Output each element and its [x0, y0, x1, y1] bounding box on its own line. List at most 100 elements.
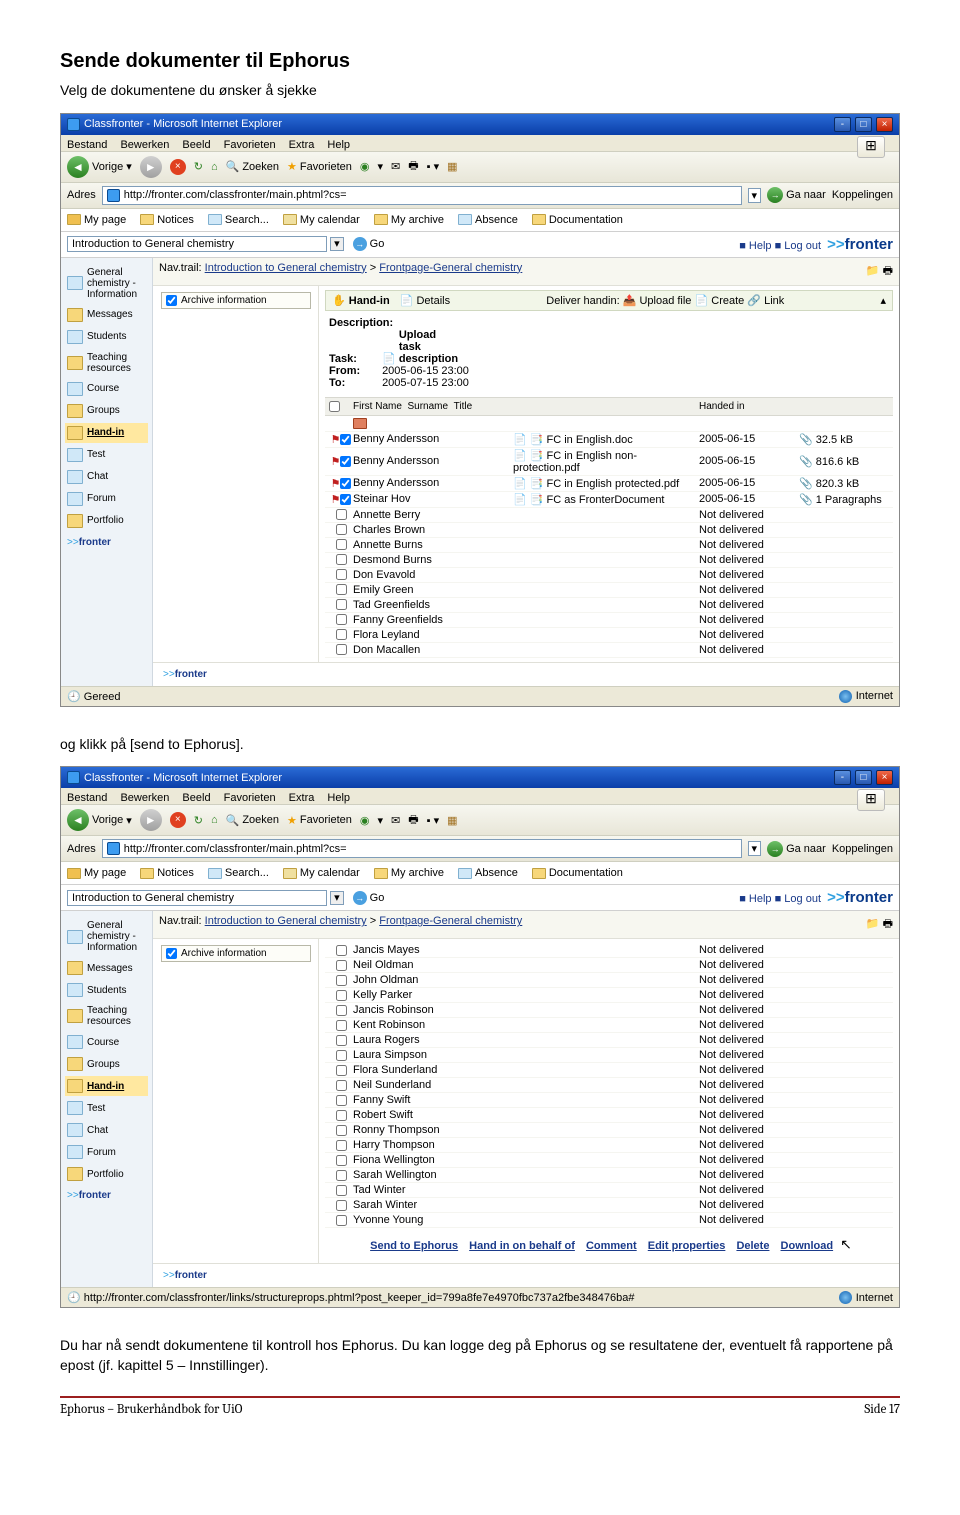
- table-row[interactable]: Neil OldmanNot delivered: [325, 958, 893, 973]
- row-checkbox[interactable]: [336, 614, 347, 625]
- course-go-button[interactable]: →Go: [353, 237, 385, 251]
- row-checkbox[interactable]: [336, 1080, 347, 1091]
- history-icon[interactable]: ▾: [377, 814, 383, 827]
- row-checkbox[interactable]: [340, 456, 351, 467]
- row-checkbox[interactable]: [336, 1110, 347, 1121]
- expand-row[interactable]: [325, 416, 893, 432]
- nav-absence[interactable]: Absence: [458, 867, 518, 879]
- nav-absence[interactable]: Absence: [458, 214, 518, 226]
- nav-search[interactable]: Search...: [208, 214, 269, 226]
- sidebar-item[interactable]: Course: [65, 379, 148, 399]
- media-icon[interactable]: ◉: [360, 160, 370, 173]
- maximize-button[interactable]: □: [855, 770, 872, 785]
- table-row[interactable]: ⚑Benny Andersson📄 📑 FC in English protec…: [325, 476, 893, 492]
- close-button[interactable]: ×: [876, 117, 893, 132]
- help-link[interactable]: ■ Help: [739, 240, 771, 252]
- row-checkbox[interactable]: [336, 524, 347, 535]
- mail-icon[interactable]: ✉: [391, 814, 400, 827]
- table-row[interactable]: Yvonne YoungNot delivered: [325, 1213, 893, 1228]
- row-checkbox[interactable]: [336, 629, 347, 640]
- home-button[interactable]: ⌂: [211, 814, 218, 826]
- address-input[interactable]: http://fronter.com/classfronter/main.pht…: [102, 839, 742, 858]
- row-checkbox[interactable]: [336, 584, 347, 595]
- refresh-button[interactable]: ↻: [194, 814, 203, 827]
- table-row[interactable]: Laura SimpsonNot delivered: [325, 1048, 893, 1063]
- table-row[interactable]: Flora SunderlandNot delivered: [325, 1063, 893, 1078]
- table-row[interactable]: Don MacallenNot delivered: [325, 643, 893, 658]
- sidebar-item[interactable]: Chat: [65, 467, 148, 487]
- course-select[interactable]: Introduction to General chemistry: [67, 236, 327, 252]
- favorites-button[interactable]: ★ Favorieten: [287, 160, 352, 173]
- menu-item[interactable]: Help: [327, 792, 350, 804]
- table-row[interactable]: Fanny SwiftNot delivered: [325, 1093, 893, 1108]
- row-checkbox[interactable]: [336, 1050, 347, 1061]
- minimize-button[interactable]: -: [834, 770, 851, 785]
- sidebar-item[interactable]: Students: [65, 327, 148, 347]
- sidebar-item[interactable]: General chemistry - Information: [65, 917, 148, 956]
- row-checkbox[interactable]: [336, 1035, 347, 1046]
- menu-item[interactable]: Extra: [289, 139, 315, 151]
- close-button[interactable]: ×: [876, 770, 893, 785]
- sidebar-item[interactable]: Hand-in: [65, 1076, 148, 1096]
- nav-search[interactable]: Search...: [208, 867, 269, 879]
- row-checkbox[interactable]: [336, 945, 347, 956]
- breadcrumb-link[interactable]: Frontpage-General chemistry: [379, 262, 522, 274]
- action-comment[interactable]: Comment: [586, 1240, 637, 1252]
- nav-documentation[interactable]: Documentation: [532, 214, 623, 226]
- menu-item[interactable]: Favorieten: [224, 139, 276, 151]
- sidebar-item[interactable]: Groups: [65, 1054, 148, 1074]
- nav-notices[interactable]: Notices: [140, 867, 194, 879]
- table-row[interactable]: ⚑Steinar Hov📄 📑 FC as FronterDocument200…: [325, 492, 893, 508]
- table-row[interactable]: Robert SwiftNot delivered: [325, 1108, 893, 1123]
- sidebar-item[interactable]: Teaching resources: [65, 349, 148, 377]
- sidebar-item[interactable]: Chat: [65, 1120, 148, 1140]
- breadcrumb-link[interactable]: Introduction to General chemistry: [205, 915, 367, 927]
- row-checkbox[interactable]: [336, 1140, 347, 1151]
- archive-info-box[interactable]: Archive information: [161, 292, 311, 309]
- nav-archive[interactable]: My archive: [374, 214, 444, 226]
- row-checkbox[interactable]: [340, 434, 351, 445]
- row-checkbox[interactable]: [336, 975, 347, 986]
- sidebar-item[interactable]: Messages: [65, 958, 148, 978]
- toolbar-extra2[interactable]: ▦: [447, 160, 457, 173]
- sidebar-item[interactable]: Portfolio: [65, 511, 148, 531]
- table-row[interactable]: ⚑Benny Andersson📄 📑 FC in English non-pr…: [325, 448, 893, 476]
- row-checkbox[interactable]: [336, 539, 347, 550]
- table-row[interactable]: Jancis RobinsonNot delivered: [325, 1003, 893, 1018]
- table-row[interactable]: Annette BerryNot delivered: [325, 508, 893, 523]
- table-row[interactable]: Sarah WellingtonNot delivered: [325, 1168, 893, 1183]
- sidebar-item[interactable]: Hand-in: [65, 423, 148, 443]
- sidebar-item[interactable]: Groups: [65, 401, 148, 421]
- select-all-checkbox[interactable]: [329, 401, 340, 412]
- row-checkbox[interactable]: [336, 569, 347, 580]
- table-row[interactable]: Neil SunderlandNot delivered: [325, 1078, 893, 1093]
- row-checkbox[interactable]: [336, 554, 347, 565]
- course-dropdown[interactable]: ▾: [330, 237, 344, 251]
- row-checkbox[interactable]: [336, 1155, 347, 1166]
- row-checkbox[interactable]: [340, 494, 351, 505]
- menu-item[interactable]: Favorieten: [224, 792, 276, 804]
- help-link[interactable]: ■ Help: [739, 893, 771, 905]
- table-row[interactable]: Harry ThompsonNot delivered: [325, 1138, 893, 1153]
- table-row[interactable]: Laura RogersNot delivered: [325, 1033, 893, 1048]
- nav-my-page[interactable]: My page: [67, 214, 126, 226]
- course-go-button[interactable]: →Go: [353, 891, 385, 905]
- row-checkbox[interactable]: [336, 1125, 347, 1136]
- row-checkbox[interactable]: [336, 1200, 347, 1211]
- nav-calendar[interactable]: My calendar: [283, 214, 360, 226]
- sidebar-item[interactable]: Messages: [65, 305, 148, 325]
- create-link[interactable]: 📄 Create: [695, 295, 745, 307]
- table-row[interactable]: Sarah WinterNot delivered: [325, 1198, 893, 1213]
- row-checkbox[interactable]: [336, 644, 347, 655]
- print-icon[interactable]: 🖶: [408, 157, 418, 176]
- menu-item[interactable]: Extra: [289, 792, 315, 804]
- details-link[interactable]: 📄 Details: [400, 294, 450, 307]
- refresh-button[interactable]: ↻: [194, 160, 203, 173]
- archive-checkbox[interactable]: [166, 295, 177, 306]
- table-row[interactable]: Flora LeylandNot delivered: [325, 628, 893, 643]
- sidebar-item[interactable]: Teaching resources: [65, 1002, 148, 1030]
- task-link[interactable]: Upload task description: [399, 329, 449, 365]
- nav-calendar[interactable]: My calendar: [283, 867, 360, 879]
- row-checkbox[interactable]: [336, 1215, 347, 1226]
- stop-button[interactable]: ×: [170, 159, 186, 175]
